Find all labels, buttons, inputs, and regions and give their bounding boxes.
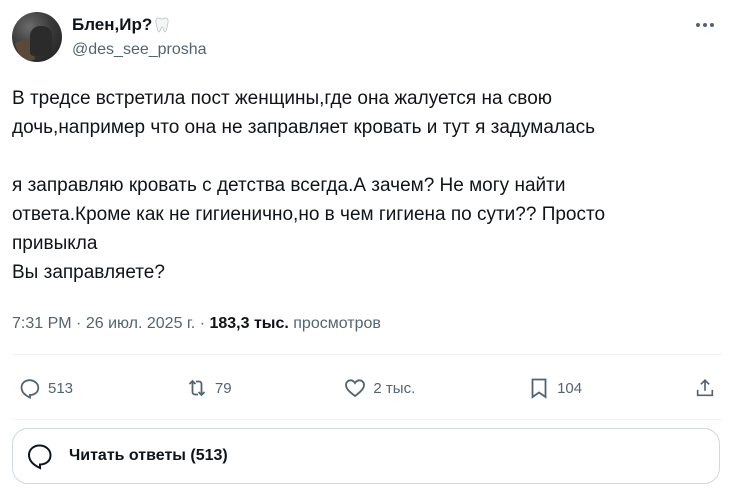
tweet-meta: 7:31 PM · 26 июл. 2025 г. · 183,3 тыс. п… [12, 313, 381, 335]
tooth-icon [155, 17, 169, 33]
reply-count: 513 [48, 379, 74, 397]
more-dot [696, 23, 700, 27]
bookmark-button[interactable]: 104 [527, 372, 582, 404]
action-bar: 513 79 2 тыс. 104 [12, 372, 722, 404]
reply-button[interactable]: 513 [18, 372, 73, 404]
retweet-button[interactable]: 79 [185, 372, 232, 404]
tweet-time[interactable]: 7:31 PM [12, 315, 72, 332]
meta-separator: · [76, 315, 82, 332]
retweet-icon [188, 379, 206, 397]
more-dot [703, 23, 707, 27]
like-count: 2 тыс. [373, 379, 416, 397]
like-button[interactable]: 2 тыс. [343, 372, 415, 404]
tweet-text: В тредсе встретила пост женщины,где она … [12, 88, 606, 283]
share-icon [696, 379, 714, 397]
author-info: Блен,Ир? @des_see_prosha [72, 14, 207, 62]
read-replies-button[interactable]: Читать ответы (513) [12, 428, 720, 484]
meta-separator: · [199, 315, 206, 332]
bookmark-icon [531, 378, 547, 399]
heart-icon [345, 379, 366, 398]
display-name-text[interactable]: Блен,Ир? [72, 14, 152, 36]
tweet-header: Блен,Ир? @des_see_prosha [12, 12, 722, 62]
read-replies-label: Читать ответы (513) [69, 447, 228, 464]
bookmark-count: 104 [557, 379, 583, 397]
display-name[interactable]: Блен,Ир? [72, 14, 207, 36]
more-dot [710, 23, 714, 27]
author-handle[interactable]: @des_see_prosha [72, 38, 207, 62]
divider [12, 354, 722, 355]
retweet-count: 79 [214, 379, 232, 397]
share-button[interactable] [694, 372, 716, 404]
views-label: просмотров [293, 315, 381, 332]
more-options-button[interactable] [694, 14, 716, 36]
reply-bubble-icon [20, 379, 40, 399]
views-count[interactable]: 183,3 тыс. [209, 315, 288, 332]
avatar[interactable] [12, 12, 62, 62]
reply-bubble-icon [27, 444, 52, 470]
divider [12, 419, 722, 420]
tweet-date[interactable]: 26 июл. 2025 г. [86, 315, 195, 332]
